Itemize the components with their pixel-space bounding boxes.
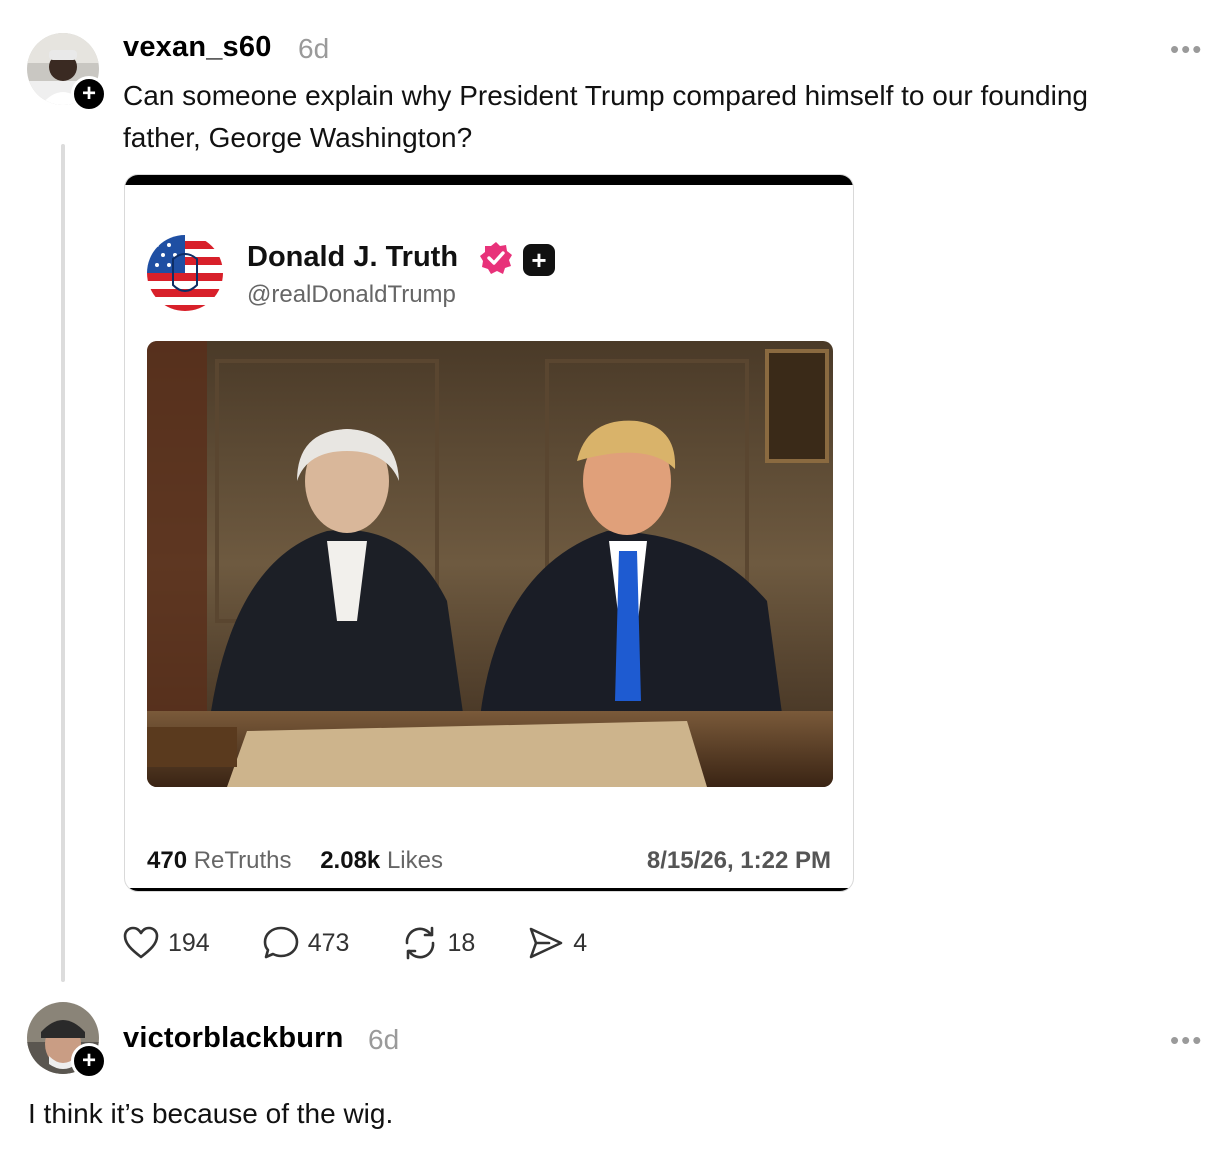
post-text: Can someone explain why President Trump …	[123, 75, 1088, 159]
repost-button[interactable]: 18	[401, 925, 475, 961]
embed-author-handle: @realDonaldTrump	[247, 281, 456, 308]
follow-plus-button[interactable]: +	[71, 1043, 107, 1079]
truth-social-plus-icon: +	[523, 244, 555, 276]
verified-badge-icon	[480, 242, 512, 274]
heart-icon	[123, 926, 159, 959]
card-top-bar	[125, 175, 853, 185]
like-button[interactable]: 194	[122, 925, 210, 961]
post-username[interactable]: vexan_s60	[123, 31, 272, 64]
likes-count: 2.08k	[320, 847, 381, 874]
post-timestamp: 6d	[298, 33, 330, 64]
post-action-bar: 194 473 18 4	[122, 922, 639, 964]
reply-timestamp: 6d	[368, 1024, 400, 1055]
embedded-post-card[interactable]: Donald J. Truth + @realDonaldTrump 470 R…	[124, 174, 854, 892]
likes-label: Likes	[386, 847, 443, 874]
retruths-count: 470	[147, 847, 188, 874]
post-text-line-2: father, George Washington?	[123, 122, 473, 153]
follow-plus-button[interactable]: +	[71, 76, 107, 112]
share-count: 4	[573, 928, 588, 957]
repost-count: 18	[447, 928, 476, 957]
more-dots-icon[interactable]: •••	[1170, 1025, 1203, 1056]
reply-button[interactable]: 473	[262, 925, 350, 961]
reply-username[interactable]: victorblackburn	[123, 1022, 344, 1055]
more-dots-icon[interactable]: •••	[1170, 34, 1203, 65]
reply-count: 473	[307, 928, 350, 957]
share-button[interactable]: 4	[527, 925, 587, 961]
thread-connector-line	[61, 144, 65, 982]
comment-icon	[263, 926, 299, 959]
like-count: 194	[168, 928, 210, 957]
post-text-line-1: Can someone explain why President Trump …	[123, 80, 1088, 111]
send-icon	[529, 927, 563, 959]
repost-icon	[406, 926, 435, 960]
embedded-painting-image	[147, 341, 833, 787]
embed-author-name: Donald J. Truth	[247, 241, 459, 273]
embed-date: 8/15/26, 1:22 PM	[646, 847, 831, 874]
reply-text: I think it’s because of the wig.	[28, 1098, 394, 1129]
embed-author-avatar	[147, 235, 223, 311]
retruths-label: ReTruths	[193, 847, 292, 874]
card-bottom-bar	[125, 888, 853, 891]
embed-stats: 470 ReTruths 2.08k Likes	[147, 847, 443, 875]
